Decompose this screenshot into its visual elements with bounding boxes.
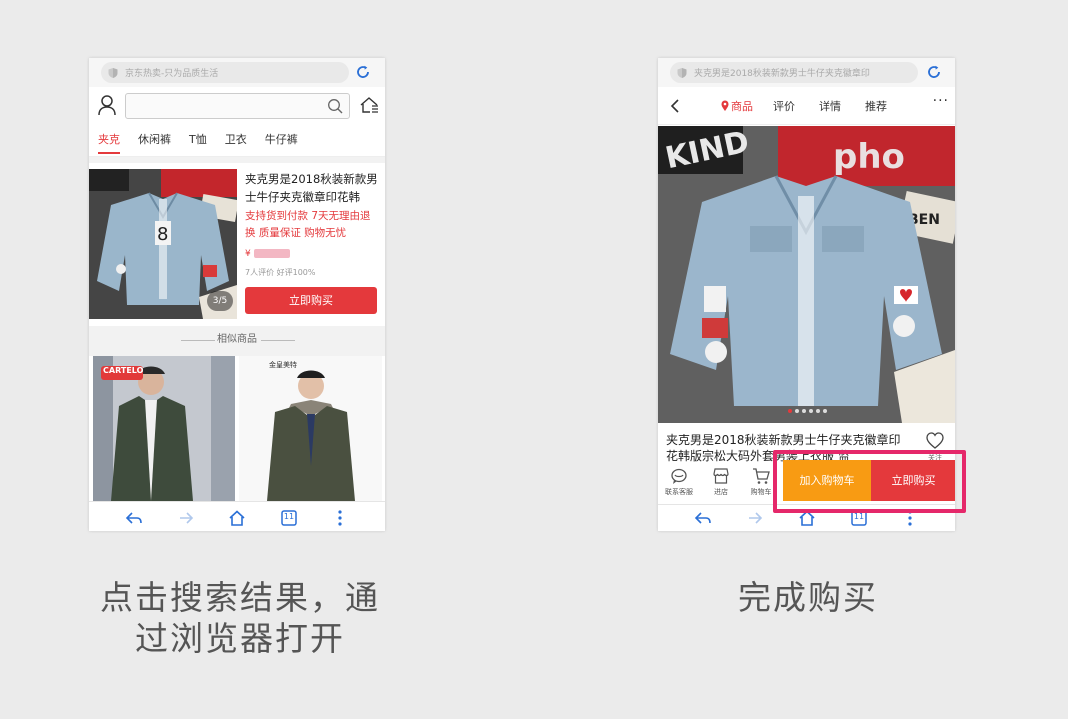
refresh-icon[interactable] (926, 64, 942, 80)
product-promo: 支持货到付款 7天无理由退换 质量保证 购物无忧 (245, 210, 371, 239)
tab-count: 11 (283, 512, 295, 521)
enter-store-label: 进店 (714, 488, 728, 496)
url-pill[interactable]: 京东热卖-只为品质生活 (101, 62, 349, 83)
coat-photo (239, 356, 382, 501)
tab-details[interactable]: 详情 (819, 98, 841, 114)
tab-product[interactable]: 商品 (721, 98, 753, 114)
jacket-photo: KIND pho BEN (658, 126, 955, 423)
brand-label: 金皇美特 (269, 361, 297, 369)
heart-icon[interactable] (926, 432, 944, 449)
svg-text:pho: pho (833, 137, 905, 177)
product-nav-header: 商品 评价 详情 推荐 ··· (658, 87, 955, 125)
enter-store-button[interactable]: 进店 (704, 467, 738, 497)
price-symbol: ¥ (245, 249, 251, 259)
chat-icon (671, 468, 687, 484)
home-icon[interactable] (228, 509, 246, 527)
browser-toolbar: 11 (89, 501, 385, 531)
search-icon[interactable] (327, 98, 343, 114)
forward-icon[interactable] (177, 509, 195, 527)
image-pager: 3/5 (207, 291, 233, 311)
tabs-icon[interactable]: 11 (280, 509, 298, 527)
similar-product-thumb[interactable]: 金皇美特 (239, 356, 382, 501)
search-input[interactable] (125, 93, 350, 119)
shield-icon (108, 67, 118, 78)
product-title[interactable]: 夹克男是2018秋装新款男士牛仔夹克徽章印花韩 (245, 170, 379, 206)
url-text: 夹克男是2018秋装新款男士牛仔夹克徽章印 (694, 69, 870, 79)
gallery-dot (816, 409, 820, 413)
address-bar[interactable]: 夹克男是2018秋装新款男士牛仔夹克徽章印 (658, 58, 955, 87)
green-jacket-photo (93, 356, 235, 501)
address-bar[interactable]: 京东热卖-只为品质生活 (89, 58, 385, 87)
tab-reviews[interactable]: 评价 (773, 98, 795, 114)
store-icon (713, 468, 729, 484)
left-caption-line1: 点击搜索结果，通 (100, 578, 380, 617)
home-menu-icon[interactable] (359, 95, 379, 115)
svg-text:8: 8 (157, 224, 168, 245)
url-pill[interactable]: 夹克男是2018秋装新款男士牛仔夹克徽章印 (670, 62, 918, 83)
similar-product-thumb[interactable]: CARTELO (93, 356, 235, 501)
customer-service-button[interactable]: 联系客服 (662, 467, 696, 497)
highlight-box (773, 450, 966, 513)
gallery-dot (823, 409, 827, 413)
tab-recommend[interactable]: 推荐 (865, 98, 887, 114)
tab-hoodie[interactable]: 卫衣 (225, 127, 247, 157)
more-vert-icon[interactable] (331, 509, 349, 527)
gallery-dot (795, 409, 799, 413)
product-image[interactable]: 8 3/5 (89, 169, 237, 319)
tab-casual-pants[interactable]: 休闲裤 (138, 127, 171, 157)
search-header (89, 87, 385, 127)
customer-service-label: 联系客服 (665, 488, 693, 496)
similar-products-label: 相似商品 (217, 334, 257, 345)
location-pin-icon (721, 100, 729, 111)
back-icon[interactable] (125, 509, 143, 527)
url-text: 京东热卖-只为品质生活 (125, 69, 219, 79)
back-icon[interactable] (694, 509, 712, 527)
tab-tshirt[interactable]: T恤 (189, 127, 207, 157)
gallery-dot (809, 409, 813, 413)
tab-count: 11 (853, 512, 865, 521)
left-caption: 点击搜索结果，通 过浏览器打开 (60, 577, 420, 659)
blurred-price (253, 249, 290, 258)
category-tabs: 夹克 休闲裤 T恤 卫衣 牛仔裤 (89, 127, 385, 157)
user-icon[interactable] (97, 94, 117, 116)
tab-product-label: 商品 (731, 100, 753, 113)
cart-icon (753, 468, 770, 484)
shield-icon (677, 67, 687, 78)
product-rating: 7人评价 好评100% (245, 268, 316, 277)
back-arrow-icon[interactable] (668, 98, 682, 114)
phone-search-results: 京东热卖-只为品质生活 夹克 休闲裤 T恤 卫衣 牛仔裤 8 3/5 夹克男是2… (89, 58, 385, 531)
brand-label: CARTELO (103, 366, 144, 375)
tab-jacket[interactable]: 夹克 (98, 127, 120, 157)
more-icon[interactable]: ··· (933, 93, 949, 109)
forward-icon[interactable] (746, 509, 764, 527)
tab-jeans[interactable]: 牛仔裤 (265, 127, 298, 157)
left-caption-line2: 过浏览器打开 (135, 619, 345, 658)
gallery-dots (788, 409, 830, 413)
buy-now-button[interactable]: 立即购买 (245, 287, 377, 314)
gallery-dot (802, 409, 806, 413)
divider (89, 157, 385, 163)
product-gallery[interactable]: KIND pho BEN (658, 126, 955, 423)
refresh-icon[interactable] (355, 64, 371, 80)
product-price: ¥ (245, 249, 290, 259)
right-caption: 完成购买 (738, 578, 878, 617)
gallery-dot (788, 409, 792, 413)
